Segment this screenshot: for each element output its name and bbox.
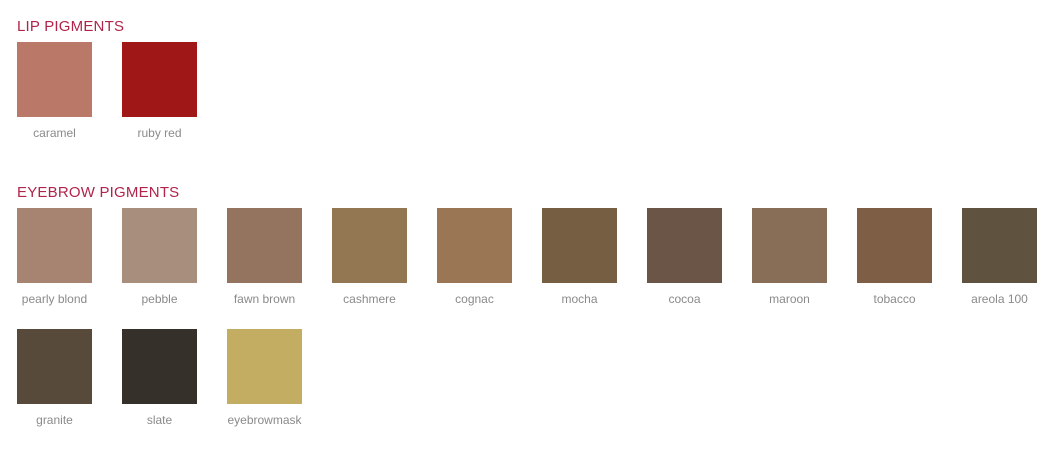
pigment-swatch-fawn-brown[interactable]: fawn brown: [227, 208, 322, 318]
pigment-label: pearly blond: [21, 292, 88, 306]
color-chip[interactable]: [962, 208, 1037, 283]
color-chip[interactable]: [17, 329, 92, 404]
pigment-swatch-eyebrowmask[interactable]: eyebrowmask: [227, 329, 322, 439]
color-chip[interactable]: [857, 208, 932, 283]
pigment-label: caramel: [33, 126, 76, 140]
pigment-label: mocha: [561, 292, 598, 306]
pigment-label: cashmere: [343, 292, 396, 306]
pigment-label: maroon: [769, 292, 810, 306]
color-chip[interactable]: [122, 42, 197, 117]
color-chip[interactable]: [122, 208, 197, 283]
color-chip[interactable]: [752, 208, 827, 283]
pigment-swatch-slate[interactable]: slate: [122, 329, 217, 439]
color-chip[interactable]: [332, 208, 407, 283]
color-chip[interactable]: [17, 42, 92, 117]
pigment-swatch-caramel[interactable]: caramel: [17, 42, 112, 152]
pigment-label: slate: [146, 413, 173, 427]
pigment-label: tobacco: [873, 292, 916, 306]
color-chip[interactable]: [437, 208, 512, 283]
pigment-swatch-pearly-blond[interactable]: pearly blond: [17, 208, 112, 318]
color-chip[interactable]: [227, 208, 302, 283]
pigment-label: pebble: [141, 292, 178, 306]
pigment-swatch-cashmere[interactable]: cashmere: [332, 208, 427, 318]
pigment-swatch-pebble[interactable]: pebble: [122, 208, 217, 318]
pigment-label: granite: [36, 413, 73, 427]
pigment-label: ruby red: [137, 126, 182, 140]
pigment-swatch-ruby-red[interactable]: ruby red: [122, 42, 217, 152]
color-chip[interactable]: [227, 329, 302, 404]
pigment-label: eyebrowmask: [227, 413, 302, 427]
eyebrow-pigments-heading: EYEBROW PIGMENTS: [17, 184, 180, 201]
color-chip[interactable]: [17, 208, 92, 283]
color-chip[interactable]: [542, 208, 617, 283]
pigment-swatch-mocha[interactable]: mocha: [542, 208, 637, 318]
pigment-label: fawn brown: [233, 292, 296, 306]
color-chip[interactable]: [647, 208, 722, 283]
color-chip[interactable]: [122, 329, 197, 404]
pigment-swatch-cognac[interactable]: cognac: [437, 208, 532, 318]
pigment-label: areola 100: [971, 292, 1028, 306]
pigment-swatch-cocoa[interactable]: cocoa: [647, 208, 742, 318]
pigment-swatch-areola-100[interactable]: areola 100: [962, 208, 1050, 318]
pigment-swatch-granite[interactable]: granite: [17, 329, 112, 439]
pigment-swatch-maroon[interactable]: maroon: [752, 208, 847, 318]
pigment-swatch-tobacco[interactable]: tobacco: [857, 208, 952, 318]
lip-pigments-heading: LIP PIGMENTS: [17, 18, 125, 35]
pigment-label: cognac: [455, 292, 494, 306]
pigment-label: cocoa: [668, 292, 701, 306]
